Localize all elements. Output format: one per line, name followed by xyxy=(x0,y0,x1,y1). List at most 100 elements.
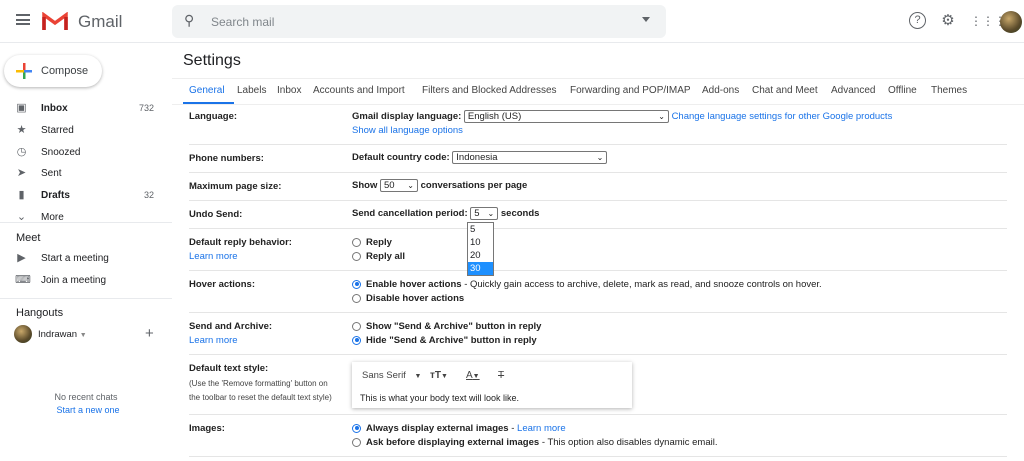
gmail-logo[interactable] xyxy=(42,12,68,31)
font-select[interactable]: Sans Serif ▼ xyxy=(362,370,421,381)
cancellation-period-select[interactable]: 5 ⌄ xyxy=(470,207,499,220)
field-label: Gmail display language: xyxy=(352,111,462,123)
search-bar[interactable]: ⚲ Search mail xyxy=(172,5,666,38)
hangouts-heading: Hangouts xyxy=(16,307,64,319)
row-images: Images: Always display external images -… xyxy=(189,415,1007,457)
hangouts-avatar[interactable] xyxy=(14,325,32,343)
divider xyxy=(0,222,172,223)
always-display-option[interactable]: Always display external images - Learn m… xyxy=(352,422,717,436)
change-language-link[interactable]: Change language settings for other Googl… xyxy=(672,111,893,122)
enable-hover-option[interactable]: Enable hover actions - Quickly gain acce… xyxy=(352,278,822,292)
tab-inbox[interactable]: Inbox xyxy=(277,85,301,96)
option[interactable]: 20 xyxy=(468,249,493,262)
sidebar-item-inbox[interactable]: ▣ Inbox 732 xyxy=(0,98,172,119)
learn-more-link[interactable]: Learn more xyxy=(517,423,566,434)
send-icon: ➤ xyxy=(16,167,27,179)
hide-send-archive-option[interactable]: Hide "Send & Archive" button in reply xyxy=(352,334,541,348)
label: Inbox xyxy=(41,103,68,114)
row-label: Default reply behavior: xyxy=(189,237,292,248)
search-icon[interactable]: ⚲ xyxy=(184,12,194,29)
option[interactable]: 10 xyxy=(468,236,493,249)
option-label: Enable hover actions xyxy=(366,279,462,290)
learn-more-link[interactable]: Learn more xyxy=(189,335,238,346)
learn-more-link[interactable]: Learn more xyxy=(189,251,238,262)
text-style-hint: (Use the 'Remove formatting' button on th… xyxy=(189,377,332,405)
compose-button[interactable]: Compose xyxy=(4,55,102,87)
text-color-icon[interactable]: A▼ xyxy=(466,370,480,381)
radio[interactable] xyxy=(352,251,361,261)
no-recent-chats: No recent chats xyxy=(54,392,118,402)
main-menu-icon[interactable] xyxy=(16,14,30,25)
radio-selected[interactable] xyxy=(352,279,361,289)
start-new-chat-link[interactable]: Start a new one xyxy=(0,405,176,415)
row-undo-send: Undo Send: Send cancellation period: 5 ⌄ … xyxy=(189,201,1007,229)
clock-icon: ◷ xyxy=(16,146,27,158)
sidebar-item-starred[interactable]: ★ Starred xyxy=(0,120,172,141)
cancellation-period-dropdown[interactable]: 5 10 20 30 xyxy=(467,222,494,276)
radio-selected[interactable] xyxy=(352,423,361,433)
account-avatar[interactable] xyxy=(1000,11,1022,33)
tab-chat-meet[interactable]: Chat and Meet xyxy=(752,85,818,96)
radio[interactable] xyxy=(352,437,361,447)
tab-forwarding[interactable]: Forwarding and POP/IMAP xyxy=(570,85,691,96)
tab-labels[interactable]: Labels xyxy=(237,85,266,96)
show-send-archive-option[interactable]: Show "Send & Archive" button in reply xyxy=(352,320,541,334)
row-label: Hover actions: xyxy=(189,279,255,290)
add-hangout-icon[interactable]: + xyxy=(145,325,154,342)
sidebar-item-drafts[interactable]: ▮ Drafts 32 xyxy=(0,185,172,206)
help-icon[interactable]: ? xyxy=(909,12,926,29)
hint-line: (Use the 'Remove formatting' button on xyxy=(189,379,328,388)
ask-before-option[interactable]: Ask before displaying external images - … xyxy=(352,436,717,450)
label: Snoozed xyxy=(41,147,81,158)
tab-addons[interactable]: Add-ons xyxy=(702,85,739,96)
option[interactable]: 5 xyxy=(468,223,493,236)
tab-offline[interactable]: Offline xyxy=(888,85,917,96)
font-size-icon[interactable]: тT▼ xyxy=(430,370,448,381)
settings-gear-icon[interactable]: ⚙ xyxy=(939,12,957,30)
tab-advanced[interactable]: Advanced xyxy=(831,85,875,96)
compose-plus-icon xyxy=(16,63,32,79)
label: Drafts xyxy=(41,190,70,201)
sidebar-item-snoozed[interactable]: ◷ Snoozed xyxy=(0,142,172,163)
reply-option[interactable]: Reply xyxy=(352,236,405,250)
show-all-languages-link[interactable]: Show all language options xyxy=(352,125,463,136)
apps-grid-icon[interactable]: ⋮⋮⋮ xyxy=(970,12,1006,30)
tab-themes[interactable]: Themes xyxy=(931,85,967,96)
row-value: Always display external images - Learn m… xyxy=(352,422,717,450)
radio-selected[interactable] xyxy=(352,335,361,345)
start-meeting[interactable]: ▶ Start a meeting xyxy=(0,248,172,269)
row-label: Default text style: xyxy=(189,363,269,374)
remove-formatting-icon[interactable]: T xyxy=(498,370,504,381)
option-label: Hide "Send & Archive" button in reply xyxy=(366,335,537,346)
row-value: Gmail display language: English (US) ⌄ Ch… xyxy=(352,110,892,138)
tab-general[interactable]: General xyxy=(189,85,225,96)
option-label: Ask before displaying external images xyxy=(366,437,540,448)
option-label: Reply xyxy=(366,237,392,248)
tab-accounts[interactable]: Accounts and Import xyxy=(313,85,405,96)
page-size-select[interactable]: 50 ⌄ xyxy=(379,179,418,192)
option-highlighted[interactable]: 30 xyxy=(468,262,493,275)
radio[interactable] xyxy=(352,321,361,331)
keyboard-icon: ⌨ xyxy=(15,274,31,286)
disable-hover-option[interactable]: Disable hover actions xyxy=(352,292,822,306)
join-meeting[interactable]: ⌨ Join a meeting xyxy=(0,270,172,291)
radio[interactable] xyxy=(352,293,361,303)
tab-filters[interactable]: Filters and Blocked Addresses xyxy=(422,85,557,96)
brand-name: Gmail xyxy=(78,12,123,31)
option-label: Always display external images xyxy=(366,423,509,434)
language-select[interactable]: English (US) ⌄ xyxy=(463,110,669,123)
search-options-icon[interactable] xyxy=(642,17,650,26)
country-select[interactable]: Indonesia ⌄ xyxy=(452,151,608,164)
sidebar-item-more[interactable]: ⌄ More xyxy=(0,207,172,228)
option-desc: - Quickly gain access to archive, delete… xyxy=(461,279,822,290)
row-label: Undo Send: xyxy=(189,209,243,220)
search-input[interactable]: Search mail xyxy=(211,15,274,29)
count: 32 xyxy=(143,190,154,200)
hangouts-user[interactable]: Indrawan ▼ xyxy=(38,329,87,340)
reply-all-option[interactable]: Reply all xyxy=(352,250,405,264)
sidebar-item-sent[interactable]: ➤ Sent xyxy=(0,163,172,184)
row-hover: Hover actions: Enable hover actions - Qu… xyxy=(189,271,1007,313)
field-label: Default country code: xyxy=(352,152,450,164)
row-page-size: Maximum page size: Show 50 ⌄ conversation… xyxy=(189,173,1007,201)
radio[interactable] xyxy=(352,237,361,247)
